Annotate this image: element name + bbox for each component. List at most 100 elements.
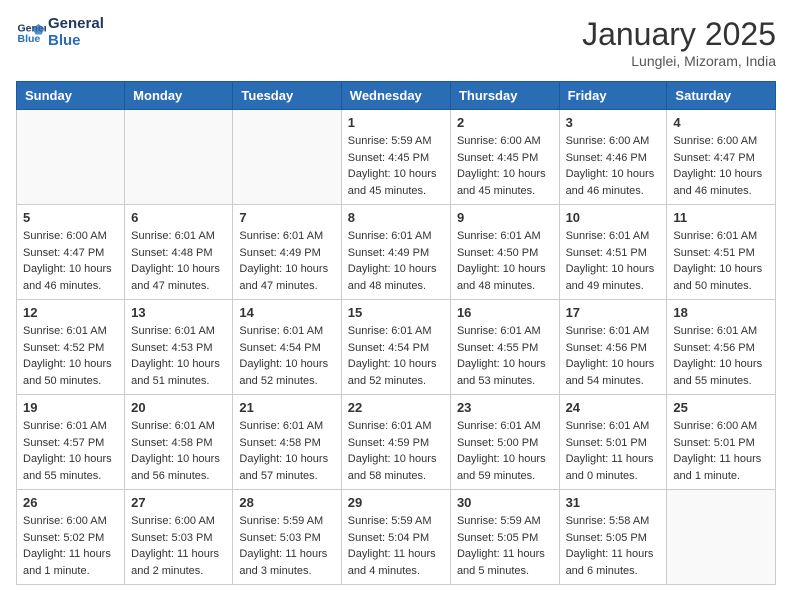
calendar-cell <box>667 490 776 585</box>
cell-line: Sunrise: 6:01 AM <box>348 323 444 340</box>
cell-line: and 51 minutes. <box>131 373 226 390</box>
cell-line: Sunrise: 6:00 AM <box>673 133 769 150</box>
cell-line: and 52 minutes. <box>348 373 444 390</box>
cell-line: Daylight: 10 hours <box>673 356 769 373</box>
cell-line: Sunrise: 6:01 AM <box>131 323 226 340</box>
cell-line: and 47 minutes. <box>239 278 334 295</box>
calendar-cell: 13Sunrise: 6:01 AMSunset: 4:53 PMDayligh… <box>125 300 233 395</box>
cell-line: Daylight: 10 hours <box>239 356 334 373</box>
cell-line: Daylight: 11 hours <box>566 546 661 563</box>
cell-content: Sunrise: 6:01 AMSunset: 4:52 PMDaylight:… <box>23 323 118 389</box>
cell-line: Sunrise: 5:59 AM <box>348 133 444 150</box>
calendar-week-row: 5 Sunrise: 6:00 AMSunset: 4:47 PM Daylight… <box>17 205 776 300</box>
calendar-cell: 20Sunrise: 6:01 AMSunset: 4:58 PMDayligh… <box>125 395 233 490</box>
cell-content: Sunrise: 6:01 AMSunset: 4:50 PMDaylight:… <box>457 228 553 294</box>
cell-line: Sunrise: 6:01 AM <box>566 323 661 340</box>
cell-line: Sunrise: 6:01 AM <box>348 228 444 245</box>
calendar-cell: 4Sunrise: 6:00 AMSunset: 4:47 PMDaylight… <box>667 110 776 205</box>
day-number: 5 <box>23 210 118 225</box>
page-header: General Blue General Blue January 2025 L… <box>16 16 776 69</box>
calendar-cell: 25 Sunrise: 6:00 AMSunset: 5:01 PMDayligh… <box>667 395 776 490</box>
cell-content: Sunrise: 5:59 AMSunset: 5:05 PMDaylight:… <box>457 513 553 579</box>
location: Lunglei, Mizoram, India <box>582 53 776 69</box>
day-number: 11 <box>673 210 769 225</box>
cell-line: Sunset: 4:58 PM <box>131 435 226 452</box>
cell-line: and 5 minutes. <box>457 563 553 580</box>
cell-line: Sunrise: 6:01 AM <box>239 323 334 340</box>
cell-line: Sunset: 4:52 PM <box>23 340 118 357</box>
cell-line: and 47 minutes. <box>131 278 226 295</box>
calendar-cell: 6Sunrise: 6:01 AMSunset: 4:48 PMDaylight… <box>125 205 233 300</box>
cell-content: Sunrise: 6:00 AMSunset: 5:01 PMDaylight:… <box>673 418 769 484</box>
day-number: 29 <box>348 495 444 510</box>
calendar-cell: 22Sunrise: 6:01 AMSunset: 4:59 PMDayligh… <box>341 395 450 490</box>
weekday-header-wednesday: Wednesday <box>341 82 450 110</box>
cell-line: Sunrise: 6:01 AM <box>348 418 444 435</box>
calendar-cell: 31Sunrise: 5:58 AMSunset: 5:05 PMDayligh… <box>559 490 667 585</box>
calendar-cell: 24 Sunrise: 6:01 AMSunset: 5:01 PMDayligh… <box>559 395 667 490</box>
cell-line: and 58 minutes. <box>348 468 444 485</box>
cell-line: and 1 minute. <box>23 563 118 580</box>
cell-content: Sunrise: 6:00 AMSunset: 5:02 PMDaylight:… <box>23 513 118 579</box>
cell-line: Sunset: 4:49 PM <box>348 245 444 262</box>
calendar-cell: 11Sunrise: 6:01 AMSunset: 4:51 PMDayligh… <box>667 205 776 300</box>
cell-line: Daylight: 10 hours <box>457 451 553 468</box>
cell-line: Daylight: 11 hours <box>566 451 661 468</box>
calendar-cell: 26Sunrise: 6:00 AMSunset: 5:02 PMDayligh… <box>17 490 125 585</box>
cell-content: Sunrise: 6:01 AMSunset: 4:49 PMDaylight:… <box>239 228 334 294</box>
day-number: 25 <box>673 400 769 415</box>
weekday-header-sunday: Sunday <box>17 82 125 110</box>
cell-content: Sunrise: 6:01 AMSunset: 5:01 PMDaylight:… <box>566 418 661 484</box>
calendar-cell: 1 Sunrise: 5:59 AMSunset: 4:45 PMDaylight… <box>341 110 450 205</box>
cell-line: Sunset: 4:47 PM <box>23 245 118 262</box>
day-number: 18 <box>673 305 769 320</box>
calendar-cell <box>125 110 233 205</box>
weekday-header-friday: Friday <box>559 82 667 110</box>
cell-line: Sunrise: 6:01 AM <box>457 323 553 340</box>
weekday-header-thursday: Thursday <box>450 82 559 110</box>
cell-content: Sunrise: 6:01 AMSunset: 4:53 PMDaylight:… <box>131 323 226 389</box>
cell-content: Sunrise: 6:01 AMSunset: 4:56 PMDaylight:… <box>673 323 769 389</box>
cell-line: Sunrise: 6:01 AM <box>23 418 118 435</box>
calendar-cell: 10Sunrise: 6:01 AMSunset: 4:51 PMDayligh… <box>559 205 667 300</box>
cell-line: Daylight: 11 hours <box>457 546 553 563</box>
cell-line: Sunset: 5:02 PM <box>23 530 118 547</box>
cell-line: Sunset: 4:56 PM <box>673 340 769 357</box>
cell-line: Sunrise: 5:59 AM <box>239 513 334 530</box>
cell-line: Sunrise: 6:01 AM <box>673 323 769 340</box>
cell-line: Sunrise: 5:58 AM <box>566 513 661 530</box>
cell-line: Daylight: 10 hours <box>23 451 118 468</box>
day-number: 7 <box>239 210 334 225</box>
day-number: 9 <box>457 210 553 225</box>
calendar-cell: 28Sunrise: 5:59 AMSunset: 5:03 PMDayligh… <box>233 490 341 585</box>
cell-content: Sunrise: 6:01 AMSunset: 4:59 PMDaylight:… <box>348 418 444 484</box>
day-number: 24 <box>566 400 661 415</box>
cell-line: and 57 minutes. <box>239 468 334 485</box>
cell-line: Sunset: 4:56 PM <box>566 340 661 357</box>
cell-line: Daylight: 10 hours <box>239 261 334 278</box>
cell-line: and 46 minutes. <box>673 183 769 200</box>
day-number: 8 <box>348 210 444 225</box>
calendar-cell: 16Sunrise: 6:01 AMSunset: 4:55 PMDayligh… <box>450 300 559 395</box>
cell-line: Sunrise: 6:01 AM <box>566 228 661 245</box>
cell-line: Daylight: 10 hours <box>239 451 334 468</box>
cell-content: Sunrise: 5:59 AMSunset: 4:45 PMDaylight:… <box>348 133 444 199</box>
calendar-cell: 3Sunrise: 6:00 AMSunset: 4:46 PMDaylight… <box>559 110 667 205</box>
cell-line: Daylight: 10 hours <box>131 356 226 373</box>
cell-line: and 55 minutes. <box>673 373 769 390</box>
day-number: 19 <box>23 400 118 415</box>
cell-line: and 50 minutes. <box>673 278 769 295</box>
weekday-header-saturday: Saturday <box>667 82 776 110</box>
day-number: 1 <box>348 115 444 130</box>
day-number: 30 <box>457 495 553 510</box>
calendar-week-row: 19Sunrise: 6:01 AMSunset: 4:57 PMDayligh… <box>17 395 776 490</box>
cell-line: Sunset: 4:47 PM <box>673 150 769 167</box>
calendar-cell <box>233 110 341 205</box>
cell-line: and 52 minutes. <box>239 373 334 390</box>
cell-line: Sunrise: 6:00 AM <box>673 418 769 435</box>
cell-content: Sunrise: 5:58 AMSunset: 5:05 PMDaylight:… <box>566 513 661 579</box>
cell-line: and 56 minutes. <box>131 468 226 485</box>
cell-line: Sunset: 4:55 PM <box>457 340 553 357</box>
cell-line: Sunrise: 6:00 AM <box>23 228 118 245</box>
day-number: 14 <box>239 305 334 320</box>
